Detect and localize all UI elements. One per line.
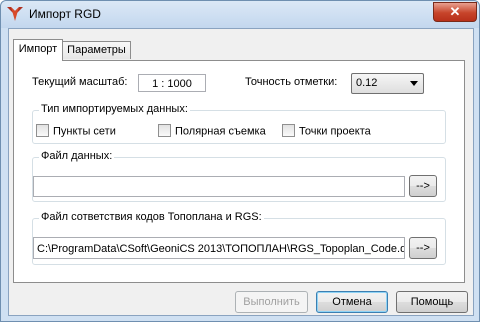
checkbox-box[interactable] — [36, 124, 49, 137]
checkbox-project-points-label: Точки проекта — [299, 125, 371, 138]
codes-file-browse-button[interactable]: --> — [409, 237, 437, 259]
close-icon: ✕ — [449, 4, 461, 19]
cancel-button[interactable]: Отмена — [316, 291, 388, 313]
checkbox-polar-survey-label: Полярная съемка — [175, 125, 266, 138]
checkbox-polar-survey[interactable]: Полярная съемка — [158, 124, 266, 138]
close-button[interactable]: ✕ — [433, 2, 477, 22]
import-tab-panel: Текущий масштаб: 1 : 1000 Точность отмет… — [13, 60, 465, 283]
data-file-browse-button[interactable]: --> — [409, 175, 437, 197]
chevron-down-icon — [410, 81, 418, 86]
tab-import[interactable]: Импорт — [13, 39, 63, 61]
scale-label: Текущий масштаб: — [32, 76, 128, 88]
data-file-group: Файл данных: --> — [32, 150, 446, 202]
data-file-path-input[interactable] — [33, 176, 405, 197]
precision-value: 0.12 — [356, 77, 378, 89]
checkbox-network-points[interactable]: Пункты сети — [36, 124, 116, 138]
checkbox-network-points-label: Пункты сети — [53, 125, 116, 138]
title-bar[interactable]: Импорт RGD ✕ — [1, 1, 479, 28]
precision-label: Точность отметки: — [245, 76, 338, 88]
dialog-window: Импорт RGD ✕ Импорт Параметры Текущий ма… — [0, 0, 480, 322]
checkbox-box[interactable] — [158, 124, 171, 137]
tab-parameters[interactable]: Параметры — [62, 41, 131, 59]
help-button[interactable]: Помощь — [396, 291, 468, 313]
run-button[interactable]: Выполнить — [235, 291, 308, 313]
precision-select[interactable]: 0.12 — [351, 73, 424, 94]
codes-file-path-input[interactable]: C:\ProgramData\CSoft\GeoniCS 2013\ТОПОПЛ… — [33, 237, 405, 259]
checkbox-box[interactable] — [282, 124, 295, 137]
scale-field[interactable]: 1 : 1000 — [138, 74, 206, 92]
window-title: Импорт RGD — [29, 7, 101, 21]
app-logo-icon — [7, 7, 23, 21]
codes-file-group-title: Файл сответствия кодов Топоплана и RGS: — [39, 211, 264, 223]
dialog-body: Импорт Параметры Текущий масштаб: 1 : 10… — [8, 28, 474, 316]
codes-file-group: Файл сответствия кодов Топоплана и RGS: … — [32, 211, 446, 265]
data-type-group: Тип импортируемых данных: Пункты сети По… — [32, 103, 446, 144]
data-file-group-title: Файл данных: — [39, 150, 115, 162]
data-type-group-title: Тип импортируемых данных: — [39, 103, 190, 115]
checkbox-project-points[interactable]: Точки проекта — [282, 124, 371, 138]
